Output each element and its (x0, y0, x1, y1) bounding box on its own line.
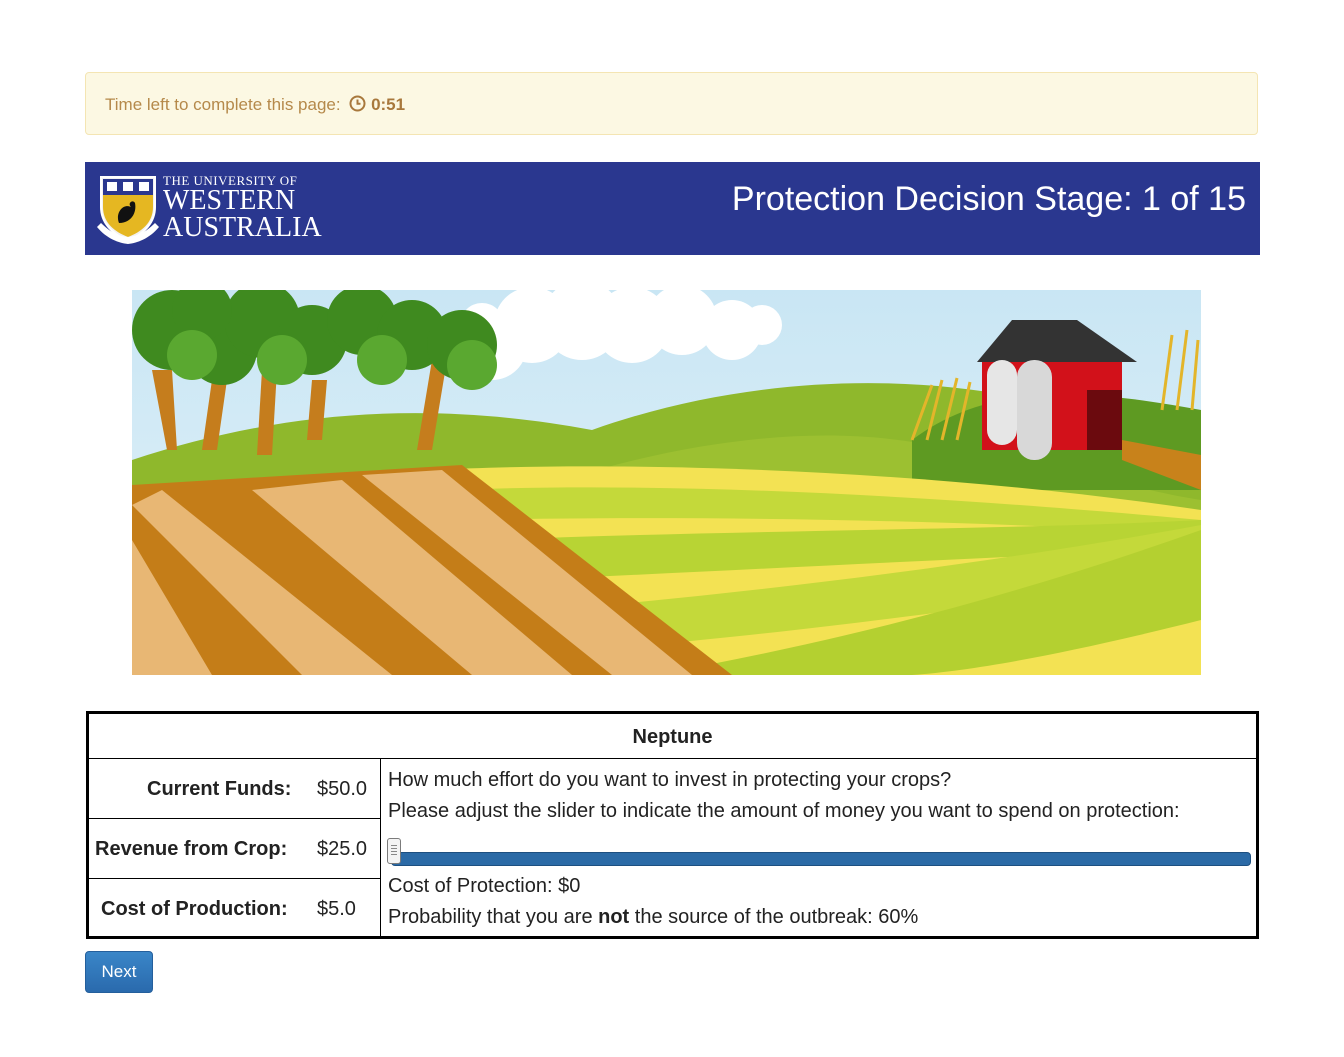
cost-production-value: $5.0 (317, 898, 356, 920)
probability-emphasis: not (598, 906, 630, 928)
clock-icon (349, 95, 366, 112)
current-funds-value: $50.0 (317, 778, 368, 800)
university-crest-icon (97, 176, 159, 244)
timer-value: 0:51 (371, 95, 406, 114)
logo-line-2: WESTERN (163, 185, 296, 216)
revenue-label: Revenue from Crop: (95, 838, 288, 860)
slider-instruction: Please adjust the slider to indicate the… (388, 800, 1180, 822)
probability-text: Probability that you are not the source … (388, 906, 918, 929)
protection-slider-handle[interactable] (387, 838, 401, 864)
probability-suffix: the source of the outbreak: 60% (634, 906, 919, 928)
current-funds-label: Current Funds: (147, 778, 292, 800)
probability-prefix: Probability that you are (388, 906, 593, 928)
funds-column: Current Funds: $50.0 Revenue from Crop: … (89, 759, 381, 936)
university-logo-text: THE UNIVERSITY OF WESTERN AUSTRALIA (163, 174, 322, 243)
cost-of-protection: Cost of Protection: $0 (388, 875, 581, 897)
timer-alert: Time left to complete this page: 0:51 (85, 72, 1258, 135)
decision-table: Neptune Current Funds: $50.0 Revenue fro… (86, 711, 1259, 939)
protection-panel: How much effort do you want to invest in… (381, 759, 1257, 936)
revenue-row: Revenue from Crop: $25.0 (89, 819, 380, 879)
current-funds-row: Current Funds: $50.0 (89, 759, 380, 819)
cost-production-row: Cost of Production: $5.0 (89, 879, 380, 938)
timer-text: Time left to complete this page: 0:51 (105, 95, 405, 115)
next-button[interactable]: Next (85, 951, 153, 993)
cost-production-label: Cost of Production: (101, 898, 288, 920)
farm-illustration (132, 290, 1201, 675)
protection-question: How much effort do you want to invest in… (388, 769, 952, 791)
table-title: Neptune (89, 714, 1256, 759)
protection-slider-track[interactable] (391, 852, 1251, 866)
page-header: THE UNIVERSITY OF WESTERN AUSTRALIA Prot… (85, 162, 1260, 255)
logo-line-3: AUSTRALIA (163, 212, 322, 243)
stage-title: Protection Decision Stage: 1 of 15 (731, 180, 1246, 218)
timer-label: Time left to complete this page: (105, 95, 341, 114)
revenue-value: $25.0 (317, 838, 368, 860)
